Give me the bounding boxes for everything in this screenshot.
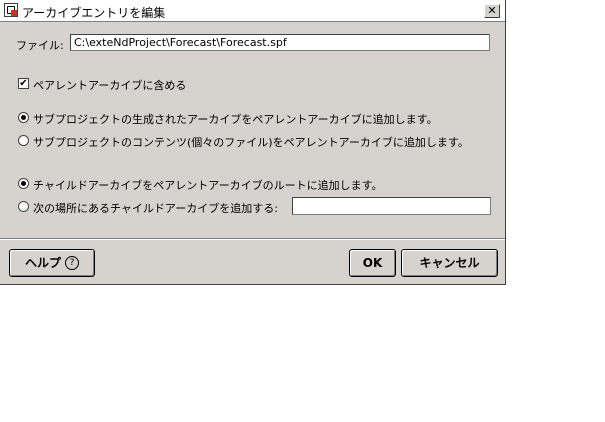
radio-add-child-location-label: 次の場所にあるチャイルドアーカイブを追加する: (33, 202, 278, 215)
title-bar[interactable]: アーカイブエントリを編集 ✕ (0, 0, 505, 22)
close-button[interactable]: ✕ (484, 4, 500, 18)
radio-add-child-root[interactable] (18, 178, 29, 189)
cancel-button[interactable]: キャンセル (401, 249, 498, 277)
ok-button[interactable]: OK (349, 249, 396, 277)
radio-add-contents[interactable] (18, 135, 29, 146)
file-path-field[interactable]: C:\exteNdProject\Forecast\Forecast.spf (70, 34, 490, 51)
help-icon: ? (65, 255, 79, 270)
radio-add-child-location[interactable] (18, 201, 29, 212)
radio-add-generated-archive[interactable] (18, 112, 29, 123)
radio-add-child-root-label: チャイルドアーカイブをペアレントアーカイブのルートに追加します。 (33, 179, 383, 192)
window-title: アーカイブエントリを編集 (22, 6, 166, 20)
include-parent-checkbox[interactable]: ✔ (18, 78, 29, 89)
file-label: ファイル: (16, 39, 64, 52)
radio-add-generated-archive-label: サブプロジェクトの生成されたアーカイブをペアレントアーカイブに追加します。 (33, 113, 438, 126)
help-button[interactable]: ヘルプ? (9, 249, 95, 277)
radio-add-contents-label: サブプロジェクトのコンテンツ(個々のファイル)をペアレントアーカイブに追加します… (33, 136, 469, 149)
app-icon (4, 3, 18, 17)
separator (0, 238, 505, 240)
child-location-field[interactable] (292, 197, 491, 215)
help-button-label: ヘルプ (24, 256, 61, 270)
edit-archive-entry-dialog: アーカイブエントリを編集 ✕ ファイル: C:\exteNdProject\Fo… (0, 0, 506, 285)
include-parent-label: ペアレントアーカイブに含める (33, 79, 187, 92)
